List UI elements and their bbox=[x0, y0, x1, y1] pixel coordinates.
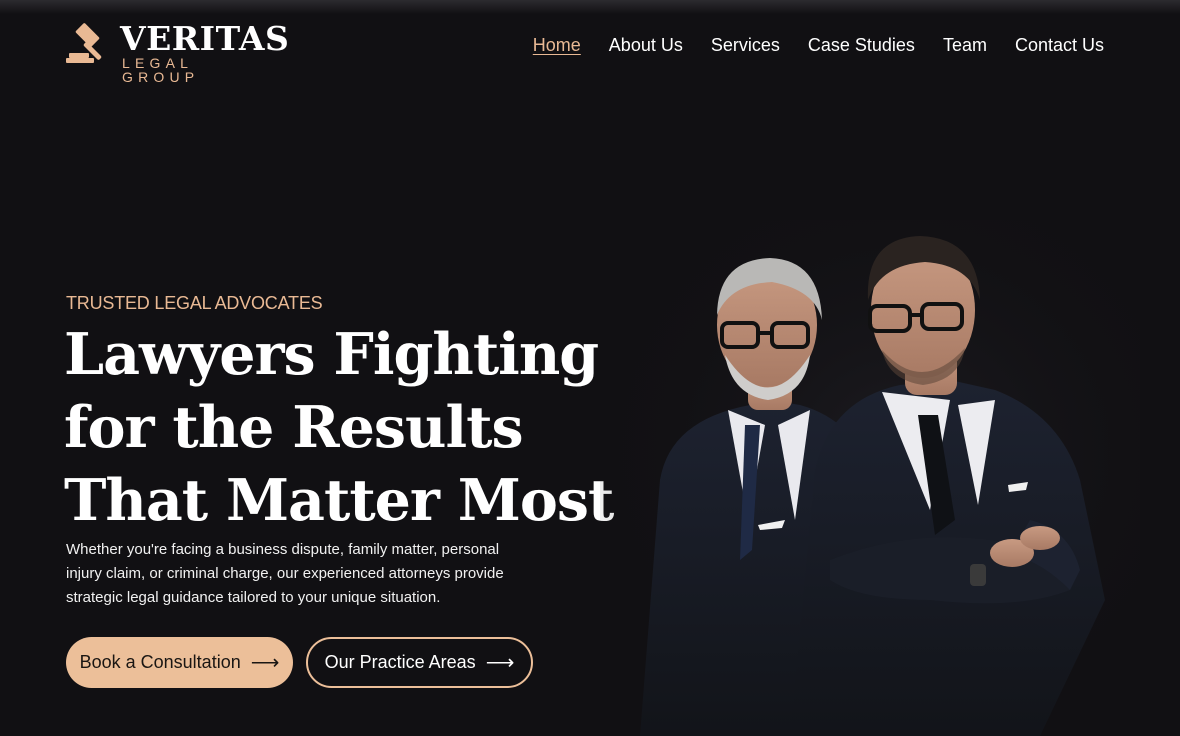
hero-headline: Lawyers Fighting for the Results That Ma… bbox=[64, 318, 624, 537]
arrow-right-icon: ⟶ bbox=[485, 651, 515, 674]
gavel-icon bbox=[66, 23, 102, 63]
headline-line-3: That Matter Most bbox=[64, 467, 614, 534]
brand-name: VERITAS bbox=[120, 19, 290, 58]
brand-logo[interactable]: VERITAS LEGAL GROUP bbox=[66, 21, 289, 84]
brand-tagline: LEGAL GROUP bbox=[122, 55, 200, 85]
nav-home[interactable]: Home bbox=[533, 34, 581, 56]
main-nav: Home About Us Services Case Studies Team… bbox=[533, 34, 1104, 56]
hero-description: Whether you're facing a business dispute… bbox=[66, 541, 504, 606]
nav-about-us[interactable]: About Us bbox=[609, 34, 683, 56]
book-consultation-button[interactable]: Book a Consultation ⟶ bbox=[66, 637, 293, 688]
nav-team[interactable]: Team bbox=[943, 34, 987, 56]
headline-line-2: for the Results bbox=[64, 394, 524, 461]
practice-areas-button[interactable]: Our Practice Areas ⟶ bbox=[306, 637, 533, 688]
nav-services[interactable]: Services bbox=[711, 34, 780, 56]
top-shade bbox=[0, 0, 1180, 14]
arrow-right-icon: ⟶ bbox=[250, 651, 280, 674]
nav-case-studies[interactable]: Case Studies bbox=[808, 34, 915, 56]
book-consultation-label: Book a Consultation bbox=[79, 652, 241, 672]
nav-contact-us[interactable]: Contact Us bbox=[1015, 34, 1104, 56]
hero-eyebrow: TRUSTED LEGAL ADVOCATES bbox=[66, 293, 323, 313]
attorneys-photo bbox=[600, 220, 1140, 736]
practice-areas-label: Our Practice Areas bbox=[324, 652, 476, 672]
headline-line-1: Lawyers Fighting bbox=[64, 321, 599, 388]
